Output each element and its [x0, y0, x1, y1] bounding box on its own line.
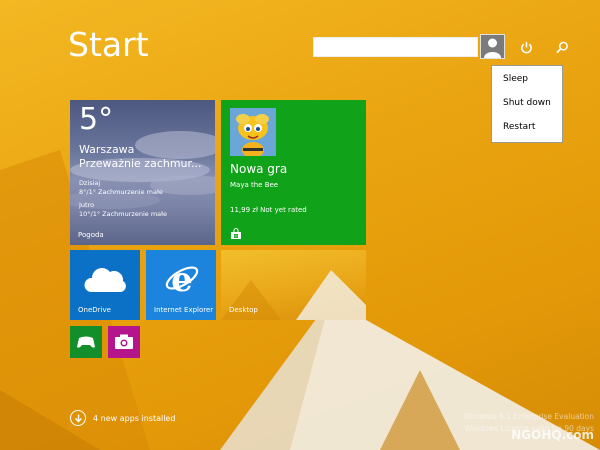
search-icon — [555, 41, 568, 53]
cloud-icon — [84, 268, 126, 292]
restart-option[interactable]: Restart — [503, 122, 535, 132]
weather-tile[interactable]: 5° Warszawa Przeważnie zachmur... Dzisia… — [70, 100, 215, 245]
onedrive-tile[interactable]: OneDrive — [70, 250, 140, 320]
desktop-label: Desktop — [229, 306, 258, 314]
weather-tomorrow-label: Jutro — [79, 201, 95, 209]
camera-tile[interactable] — [108, 326, 140, 358]
watermark-line-1: Windows 8.1 Enterprise Evaluation — [463, 412, 594, 421]
user-icon — [484, 38, 501, 58]
weather-today-forecast: 8°/1° Zachmurzenie małe — [79, 188, 163, 196]
weather-tomorrow-forecast: 10°/1° Zachmurzenie małe — [79, 210, 167, 218]
svg-text:e: e — [171, 260, 193, 296]
ie-logo-icon: e — [165, 260, 199, 296]
new-apps-notice[interactable]: 4 new apps installed — [70, 410, 175, 426]
power-icon — [520, 41, 532, 53]
internet-explorer-tile[interactable]: e Internet Explorer — [146, 250, 216, 320]
user-avatar[interactable] — [480, 34, 505, 59]
store-game-tile[interactable]: Nowa gra Maya the Bee 11,99 zł Not yet r… — [221, 100, 366, 245]
weather-condition: Przeważnie zachmur... — [79, 157, 202, 170]
onedrive-label: OneDrive — [78, 306, 111, 314]
new-apps-label: 4 new apps installed — [93, 413, 176, 423]
xbox-controller-icon — [77, 336, 95, 348]
weather-today-label: Dzisiaj — [79, 179, 101, 187]
down-arrow-icon — [70, 410, 86, 426]
weather-city: Warszawa — [79, 143, 135, 156]
game-title: Nowa gra — [230, 162, 288, 176]
shut-down-option[interactable]: Shut down — [503, 98, 551, 108]
search-input[interactable] — [313, 37, 478, 57]
weather-temperature: 5° — [79, 102, 114, 137]
camera-icon — [115, 334, 133, 349]
xbox-games-tile[interactable] — [70, 326, 102, 358]
start-title: Start — [68, 25, 149, 64]
search-button[interactable] — [552, 37, 572, 57]
internet-explorer-label: Internet Explorer — [154, 306, 214, 314]
store-icon — [231, 228, 241, 239]
site-watermark: NGOHQ.com — [511, 428, 594, 442]
desktop-tile[interactable]: Desktop — [221, 250, 366, 320]
maya-the-bee-image — [230, 108, 276, 156]
game-price: 11,99 zł Not yet rated — [230, 206, 307, 214]
power-menu: Sleep Shut down Restart — [491, 65, 563, 143]
weather-tile-label: Pogoda — [78, 231, 104, 239]
power-button[interactable] — [516, 37, 536, 57]
sleep-option[interactable]: Sleep — [503, 74, 528, 84]
game-subtitle: Maya the Bee — [230, 181, 279, 189]
